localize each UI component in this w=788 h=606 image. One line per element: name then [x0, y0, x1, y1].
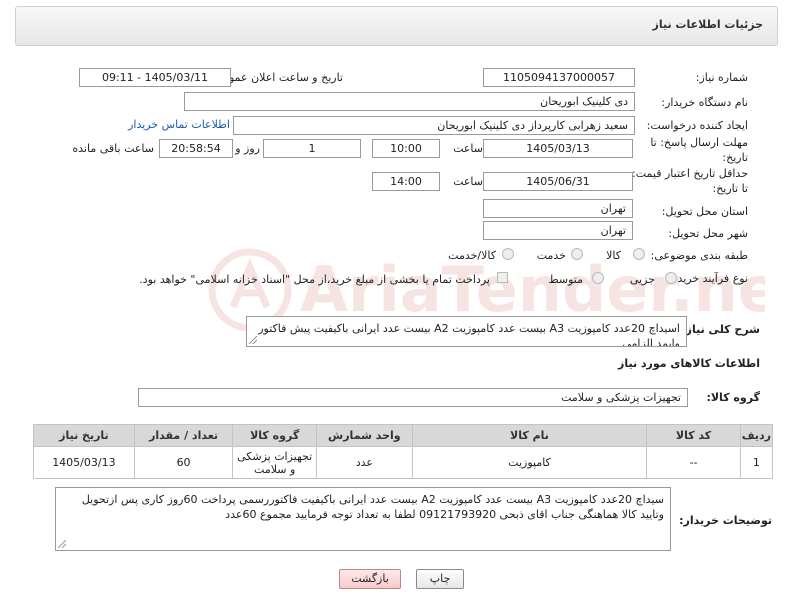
deadline-date-field: 1405/03/13 [483, 139, 633, 158]
process-radio-minor[interactable] [665, 272, 677, 284]
category-option-goods: کالا [606, 249, 621, 262]
description-textarea[interactable]: اسیداچ 20عدد کامپوزیت A3 بیست عدد کامپوز… [246, 316, 687, 347]
goods-group-label: گروه کالا: [706, 391, 760, 404]
page-title: جزئیات اطلاعات نیاز [652, 18, 764, 31]
deadline-label-date: تاریخ: [722, 151, 748, 164]
cell-need-date: 1405/03/13 [33, 446, 135, 479]
col-unit: واحد شمارش [316, 424, 413, 447]
description-text: اسیداچ 20عدد کامپوزیت A3 بیست عدد کامپوز… [258, 322, 680, 347]
province-field: تهران [483, 199, 633, 218]
creator-field: سعید زهرابی کارپرداز دی کلینیک ابوریحان [233, 116, 635, 135]
category-radio-goods[interactable] [633, 248, 645, 260]
process-label: نوع فرآیند خرید : [670, 272, 748, 285]
buyer-org-label: نام دستگاه خریدار: [661, 96, 748, 109]
contact-info-link[interactable]: اطلاعات تماس خریدار [128, 118, 230, 131]
buyer-org-field: دی کلینیک ابوریحان [184, 92, 635, 111]
col-name: نام کالا [411, 424, 648, 447]
col-code: کد کالا [646, 424, 741, 447]
payment-note: پرداخت تمام یا بخشی از مبلغ خرید،از محل … [139, 273, 490, 286]
treasury-checkbox[interactable] [497, 272, 508, 283]
col-row: ردیف [739, 424, 774, 447]
table-row: 1 -- کامپوزیت عدد تجهیزات پزشکی و سلامت … [33, 446, 774, 479]
cell-code: -- [646, 446, 741, 479]
deadline-label: مهلت ارسال پاسخ: تا [650, 136, 748, 149]
header-panel: جزئیات اطلاعات نیاز [15, 6, 778, 46]
days-label: روز و [235, 142, 260, 155]
buyer-notes-textarea[interactable]: سیداچ 20عدد کامپوزیت A3 بیست عدد کامپوزی… [55, 487, 671, 551]
category-label: طبقه بندی موضوعی: [650, 249, 748, 262]
category-radio-goods-service[interactable] [502, 248, 514, 260]
cell-quantity: 60 [133, 446, 234, 479]
goods-group-field: تجهیزات پزشکی و سلامت [138, 388, 688, 407]
category-radio-service[interactable] [571, 248, 583, 260]
col-need-date: تاریخ نیاز [33, 424, 135, 447]
cell-name: کامپوزیت [411, 446, 648, 479]
validity-label: حداقل تاریخ اعتبار قیمت: [632, 167, 748, 180]
need-number-label: شماره نیاز: [695, 71, 748, 84]
deadline-time-label: ساعت [453, 142, 483, 155]
validity-time-label: ساعت [453, 175, 483, 188]
col-quantity: تعداد / مقدار [133, 424, 234, 447]
announce-field: 1405/03/11 - 09:11 [79, 68, 231, 87]
goods-section-title: اطلاعات کالاهای مورد نیاز [618, 357, 760, 370]
process-radio-medium[interactable] [592, 272, 604, 284]
cell-unit: عدد [316, 446, 413, 479]
buyer-notes-text: سیداچ 20عدد کامپوزیت A3 بیست عدد کامپوزی… [81, 493, 664, 521]
cell-row: 1 [739, 446, 774, 479]
remaining-time-field: 20:58:54 [159, 139, 233, 158]
days-field: 1 [263, 139, 361, 158]
need-number-field: 1105094137000057 [483, 68, 635, 87]
resize-grip-icon[interactable] [58, 540, 66, 548]
remaining-label: ساعت باقی مانده [72, 142, 154, 155]
col-group: گروه کالا [232, 424, 318, 447]
province-label: استان محل تحویل: [661, 205, 748, 218]
goods-table: ردیف کد کالا نام کالا واحد شمارش گروه کا… [33, 424, 774, 479]
process-option-medium: متوسط [548, 273, 583, 286]
resize-grip-icon[interactable] [249, 336, 257, 344]
category-option-goods-service: کالا/خدمت [448, 249, 496, 262]
description-label: شرح کلی نیاز: [681, 323, 760, 336]
cell-group: تجهیزات پزشکی و سلامت [232, 446, 318, 479]
validity-time-field: 14:00 [372, 172, 440, 191]
city-label: شهر محل تحویل: [668, 227, 748, 240]
buyer-notes-label: توضیحات خریدار: [679, 514, 772, 527]
validity-date-field: 1405/06/31 [483, 172, 633, 191]
back-button[interactable]: بازگشت [339, 569, 401, 589]
deadline-time-field: 10:00 [372, 139, 440, 158]
goods-table-header: ردیف کد کالا نام کالا واحد شمارش گروه کا… [33, 424, 774, 447]
validity-label-date: تا تاریخ: [712, 182, 748, 195]
category-option-service: خدمت [536, 249, 566, 262]
process-option-minor: جزیی [629, 273, 655, 286]
creator-label: ایجاد کننده درخواست: [646, 119, 748, 132]
city-field: تهران [483, 221, 633, 240]
print-button[interactable]: چاپ [416, 569, 464, 589]
